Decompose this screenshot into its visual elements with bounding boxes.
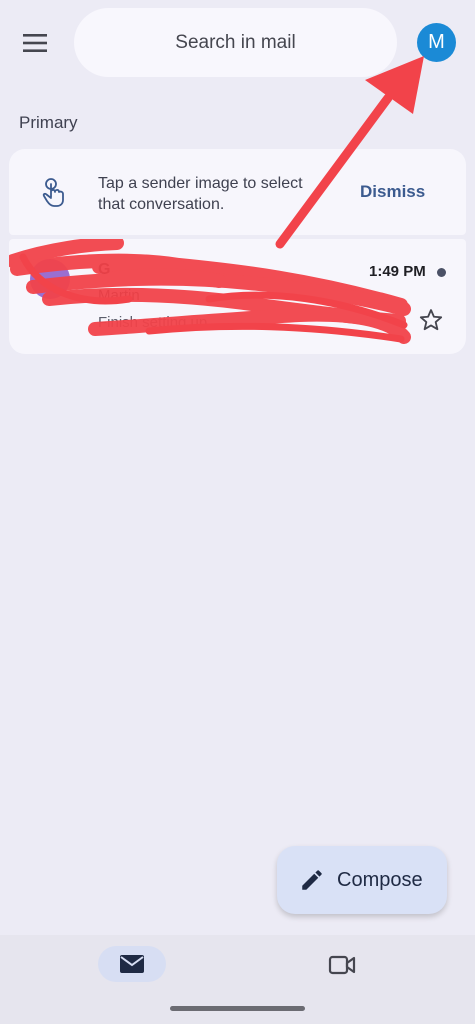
mail-icon bbox=[120, 955, 144, 973]
gmail-inbox-screen: Search in mail M Primary Tap a sender im… bbox=[0, 0, 475, 1024]
compose-label: Compose bbox=[337, 868, 423, 891]
tip-text-line-2: that conversation. bbox=[98, 196, 225, 213]
touch-icon bbox=[42, 178, 64, 207]
search-bar[interactable]: Search in mail bbox=[74, 8, 397, 77]
tip-text: Tap a sender image to select that conver… bbox=[98, 173, 334, 215]
tip-text-line-1: Tap a sender image to select bbox=[98, 175, 303, 192]
pencil-icon bbox=[302, 870, 322, 890]
email-list-item[interactable]: G Martin Finish setting up 1:49 PM bbox=[9, 239, 466, 354]
search-placeholder: Search in mail bbox=[175, 31, 296, 53]
redaction-scribble bbox=[9, 239, 411, 344]
dismiss-button[interactable]: Dismiss bbox=[360, 182, 425, 202]
nav-meet-tab[interactable] bbox=[326, 952, 358, 978]
account-avatar[interactable]: M bbox=[417, 23, 456, 62]
section-label: Primary bbox=[19, 113, 78, 132]
gesture-bar[interactable] bbox=[170, 1006, 305, 1011]
compose-button[interactable]: Compose bbox=[277, 846, 447, 914]
nav-mail-tab[interactable] bbox=[98, 946, 166, 982]
account-initial: M bbox=[428, 31, 445, 53]
tip-card: Tap a sender image to select that conver… bbox=[9, 149, 466, 235]
bottom-navigation bbox=[0, 935, 475, 1024]
menu-button[interactable] bbox=[18, 30, 52, 56]
video-icon bbox=[328, 955, 356, 975]
hamburger-icon bbox=[23, 34, 47, 52]
